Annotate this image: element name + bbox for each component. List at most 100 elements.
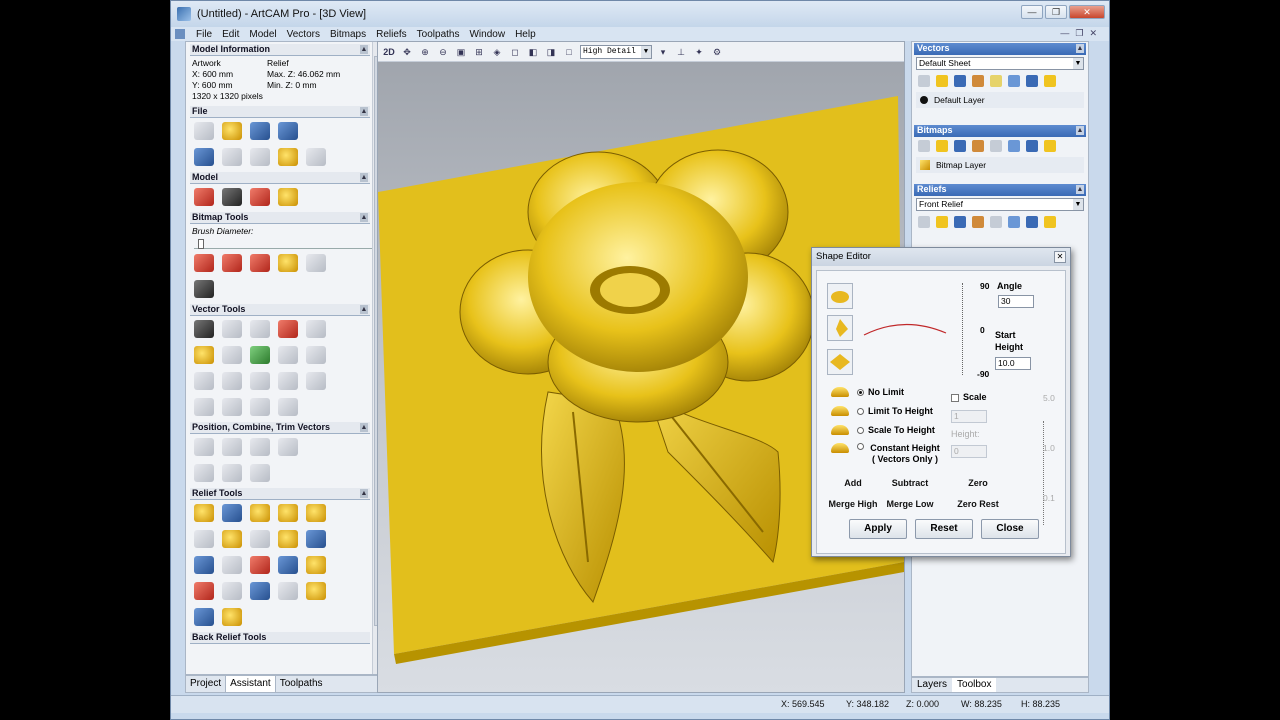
grid-icon[interactable] <box>222 346 242 364</box>
relief-select[interactable]: Front Relief ▼ <box>916 198 1084 211</box>
smooth-icon[interactable] <box>222 398 242 416</box>
profile-round-button[interactable] <box>827 283 853 309</box>
frame-icon[interactable] <box>278 346 298 364</box>
bitmap-clear-icon[interactable] <box>1026 140 1038 152</box>
star-vector-icon[interactable] <box>278 398 298 416</box>
new-sheet-icon[interactable] <box>918 75 930 87</box>
copy-icon[interactable] <box>278 148 298 166</box>
bitmap-to-vector-icon[interactable] <box>194 346 214 364</box>
bitmaps-header[interactable]: Bitmaps ▲ <box>914 125 1086 137</box>
new-relief-icon[interactable] <box>918 216 930 228</box>
tab-toolpaths[interactable]: Toolpaths <box>276 676 327 692</box>
dropdown-arrow-icon[interactable]: ▼ <box>1073 199 1083 210</box>
polyline-icon[interactable] <box>194 372 214 390</box>
light-icon[interactable]: ✦ <box>692 45 706 59</box>
open-sheet-icon[interactable] <box>936 75 948 87</box>
offset-icon[interactable] <box>194 398 214 416</box>
title-bar[interactable]: (Untitled) - ArtCAM Pro - [3D View] — ❐ … <box>171 1 1109 27</box>
arc-icon[interactable] <box>250 372 270 390</box>
menu-window[interactable]: Window <box>464 29 510 40</box>
line-icon[interactable] <box>278 372 298 390</box>
text-tool-icon[interactable] <box>278 320 298 338</box>
save-model-icon[interactable] <box>250 122 270 140</box>
paste-icon[interactable] <box>306 148 326 166</box>
wave-icon[interactable] <box>222 464 242 482</box>
position-combine-trim-header[interactable]: Position, Combine, Trim Vectors ▲ <box>190 422 370 434</box>
zoom-out-icon[interactable]: ⊖ <box>436 45 450 59</box>
lock-sheet-icon[interactable] <box>1044 75 1056 87</box>
import-icon[interactable] <box>278 122 298 140</box>
option-constant-height[interactable]: Constant Height ( Vectors Only ) <box>831 443 942 465</box>
zoom-box-icon[interactable]: ▣ <box>454 45 468 59</box>
dialog-close-icon[interactable]: ✕ <box>1054 251 1066 263</box>
option-no-limit[interactable]: No Limit <box>831 387 904 397</box>
redo-icon[interactable] <box>222 148 242 166</box>
two-rail-sweep-icon[interactable] <box>250 504 270 522</box>
relief-layer-icon[interactable] <box>250 582 270 600</box>
mdi-close-icon[interactable]: ✕ <box>1089 28 1097 39</box>
spiral-icon[interactable] <box>250 464 270 482</box>
draw-mode-icon[interactable]: ▾ <box>656 45 670 59</box>
mdi-restore-icon[interactable]: ❐ <box>1075 28 1083 39</box>
relief-merge-icon[interactable] <box>278 582 298 600</box>
paste-relief-icon[interactable] <box>250 530 270 548</box>
bitmap-copy-icon[interactable] <box>990 140 1002 152</box>
scale-checkbox[interactable] <box>951 394 959 402</box>
relief-preview-icon[interactable] <box>222 608 242 626</box>
align-icon[interactable] <box>250 398 270 416</box>
save-sheet-icon[interactable] <box>954 75 966 87</box>
collapse-icon[interactable]: ▲ <box>360 423 368 432</box>
mirror-icon[interactable] <box>250 438 270 456</box>
brush-diameter-slider[interactable] <box>194 239 374 249</box>
scale-ruler-slider[interactable] <box>1043 421 1053 525</box>
spin-icon[interactable] <box>278 504 298 522</box>
relief-tools-header[interactable]: Relief Tools ▲ <box>190 488 370 500</box>
slider-knob[interactable] <box>198 239 204 249</box>
zero-button[interactable]: Zero <box>943 475 1013 491</box>
menu-vectors[interactable]: Vectors <box>282 29 325 40</box>
height-input[interactable]: 0 <box>951 445 987 458</box>
bitmap-merge-icon[interactable] <box>1008 140 1020 152</box>
dropdown-arrow-icon[interactable]: ▼ <box>1073 58 1083 69</box>
front-view-icon[interactable]: ◧ <box>526 45 540 59</box>
file-header[interactable]: File ▲ <box>190 106 370 118</box>
vector-shape-icon[interactable] <box>306 320 326 338</box>
angle-slider[interactable] <box>962 283 970 375</box>
tab-project[interactable]: Project <box>186 676 225 692</box>
undo-icon[interactable] <box>194 148 214 166</box>
wrap-icon[interactable] <box>222 582 242 600</box>
relief-export-icon[interactable] <box>306 582 326 600</box>
open-relief-icon[interactable] <box>936 216 948 228</box>
merge-low-button[interactable]: Merge Low <box>883 496 937 512</box>
transform-icon[interactable] <box>250 320 270 338</box>
texture-icon[interactable] <box>222 530 242 548</box>
layer-color-icon[interactable] <box>920 96 928 104</box>
tab-toolbox[interactable]: Toolbox <box>952 678 997 692</box>
fill-icon[interactable] <box>222 254 242 272</box>
collapse-icon[interactable]: ▲ <box>360 173 368 182</box>
menu-file[interactable]: File <box>191 29 217 40</box>
split-relief-icon[interactable] <box>194 582 214 600</box>
erase-icon[interactable] <box>306 254 326 272</box>
model-image-icon[interactable] <box>278 188 298 206</box>
box-view-icon[interactable]: □ <box>562 45 576 59</box>
pan-icon[interactable]: ✥ <box>400 45 414 59</box>
model-information-header[interactable]: Model Information ▲ <box>190 44 370 56</box>
offset-relief-icon[interactable] <box>306 556 326 574</box>
shape-editor-icon[interactable] <box>194 504 214 522</box>
bitmap-properties-icon[interactable] <box>972 140 984 152</box>
bezier-icon[interactable] <box>222 372 242 390</box>
menu-toolpaths[interactable]: Toolpaths <box>412 29 465 40</box>
extrude-icon[interactable] <box>222 504 242 522</box>
subtract-button[interactable]: Subtract <box>883 475 937 491</box>
relief-merge-icon[interactable] <box>1008 216 1020 228</box>
radio-limit-height[interactable] <box>857 407 864 415</box>
collapse-icon[interactable]: ▲ <box>360 107 368 116</box>
minimize-button[interactable]: — <box>1021 5 1043 19</box>
collapse-icon[interactable]: ▲ <box>1076 44 1084 53</box>
model-header[interactable]: Model ▲ <box>190 172 370 184</box>
profile-angular-button[interactable] <box>827 315 853 341</box>
sheet-export-icon[interactable] <box>990 75 1002 87</box>
apply-button[interactable]: Apply <box>849 519 907 539</box>
sphere-icon[interactable] <box>194 608 214 626</box>
